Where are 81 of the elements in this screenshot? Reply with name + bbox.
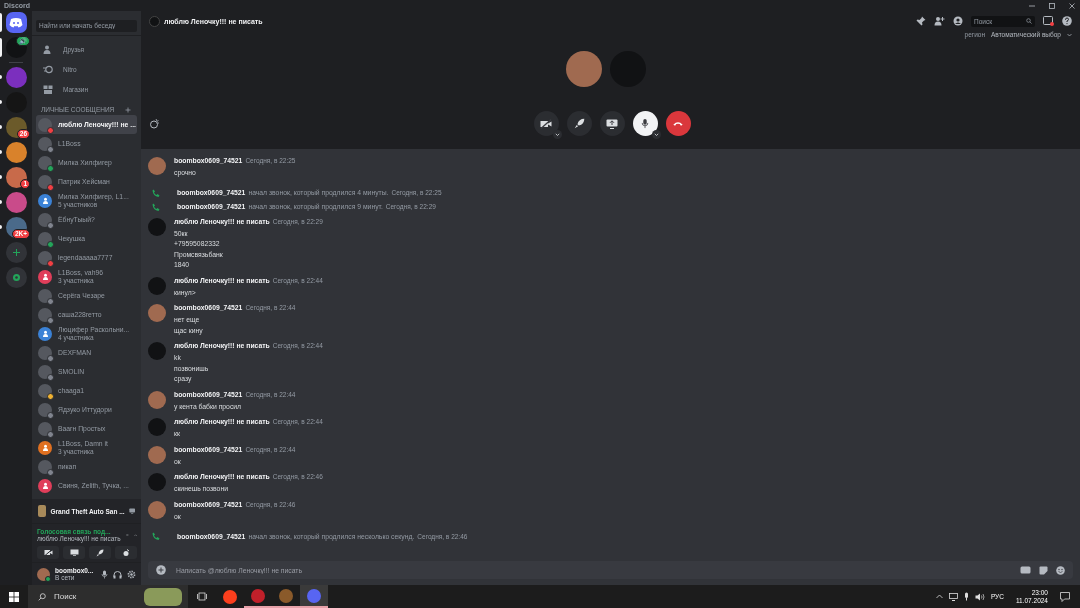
soundboard-button[interactable] <box>115 546 137 559</box>
logo-icon <box>9 17 23 28</box>
chevron-down-icon[interactable] <box>651 130 661 139</box>
server-icon[interactable] <box>5 117 27 138</box>
home-button[interactable] <box>5 12 27 33</box>
inbox-icon[interactable] <box>1043 16 1054 26</box>
plus-icon <box>11 248 21 257</box>
help-icon[interactable] <box>1062 16 1072 26</box>
search-highlight-picture <box>144 587 182 606</box>
network-icon[interactable] <box>948 592 958 601</box>
profile-icon[interactable] <box>953 16 963 26</box>
user-avatar[interactable] <box>148 157 166 175</box>
camera-off-icon <box>540 118 552 129</box>
microphone-icon[interactable] <box>963 592 969 601</box>
search-icon <box>1026 18 1032 24</box>
server-icon[interactable] <box>5 142 27 163</box>
chevron-up-icon[interactable] <box>935 594 943 599</box>
compass-icon <box>11 273 21 282</box>
screen-icon <box>69 549 79 556</box>
maximize-icon[interactable] <box>1048 1 1056 10</box>
app-icon <box>223 589 237 604</box>
discover-button[interactable] <box>5 267 27 288</box>
people-icon <box>41 482 49 489</box>
pin-icon[interactable] <box>916 16 926 26</box>
sparkle-icon <box>122 548 130 557</box>
chevron-down-icon[interactable] <box>552 130 562 139</box>
notification-icon[interactable] <box>1060 591 1070 602</box>
settings-icon[interactable] <box>127 569 136 579</box>
plus-icon[interactable] <box>125 106 131 113</box>
nitro-icon <box>43 65 53 74</box>
microphone-icon <box>641 118 649 129</box>
friends-icon <box>43 45 53 54</box>
soundboard-icon[interactable] <box>149 118 160 129</box>
start-icon[interactable] <box>9 591 19 602</box>
rocket-icon <box>96 548 104 557</box>
participant-avatar[interactable] <box>565 51 602 87</box>
people-icon <box>41 197 49 204</box>
rocket-icon <box>573 118 585 129</box>
taskbar-search-bar[interactable]: Поиск <box>28 585 188 608</box>
gif-icon[interactable] <box>1020 566 1031 574</box>
user-avatar[interactable] <box>148 304 166 322</box>
search-icon <box>38 592 46 601</box>
close-icon[interactable] <box>1068 1 1076 10</box>
user-avatar[interactable] <box>148 445 166 464</box>
volume-icon[interactable] <box>974 592 985 601</box>
user-avatar[interactable] <box>148 500 166 519</box>
people-icon <box>41 330 49 337</box>
emoji-icon[interactable] <box>1056 565 1065 575</box>
microphone-button[interactable] <box>632 111 658 136</box>
camera-button[interactable] <box>533 111 559 136</box>
taskbar-app[interactable] <box>300 585 328 608</box>
camera-button[interactable] <box>37 546 59 559</box>
hang-up-button[interactable] <box>665 111 691 136</box>
shop-icon <box>43 85 53 94</box>
phone-icon <box>152 532 160 540</box>
user-avatar[interactable] <box>37 567 50 581</box>
screen-share-icon <box>606 118 618 129</box>
app-icon <box>251 588 265 603</box>
people-icon <box>41 273 49 280</box>
add-friend-icon[interactable] <box>934 16 945 26</box>
activity-button[interactable] <box>89 546 111 559</box>
game-picture <box>38 505 47 517</box>
add-server-button[interactable] <box>5 242 27 263</box>
microphone-icon[interactable] <box>101 569 108 579</box>
task-view-icon <box>197 592 207 601</box>
phone-down-icon <box>672 120 684 127</box>
share-screen-button[interactable] <box>599 111 625 136</box>
headphones-icon[interactable] <box>113 569 122 579</box>
activity-button[interactable] <box>566 111 592 136</box>
add-attachment-icon[interactable] <box>156 565 166 575</box>
server-icon[interactable] <box>5 37 27 58</box>
share-screen-button[interactable] <box>63 546 85 559</box>
screen-icon[interactable] <box>128 507 135 515</box>
camera-off-icon <box>43 549 53 556</box>
app-icon <box>307 588 321 603</box>
search-field[interactable]: Поиск <box>52 591 138 602</box>
user-avatar[interactable] <box>148 390 166 409</box>
people-icon <box>41 444 49 451</box>
sticker-icon[interactable] <box>1039 565 1048 575</box>
user-avatar <box>149 15 160 27</box>
app-icon <box>279 588 293 603</box>
